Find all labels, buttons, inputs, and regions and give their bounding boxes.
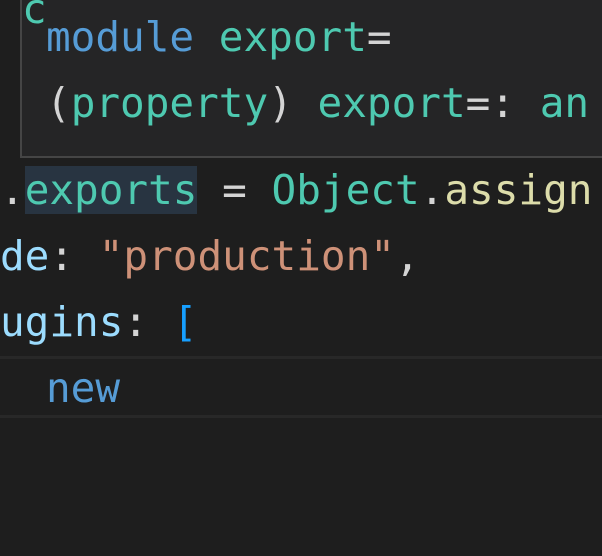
code-exports-highlighted[interactable]: exports bbox=[24, 166, 198, 214]
tooltip-export-name: export bbox=[218, 13, 367, 61]
tooltip-paren-close: ) bbox=[268, 79, 293, 127]
tooltip-paren-open: ( bbox=[46, 79, 71, 127]
tooltip-line-property: (property) export=: an bbox=[46, 70, 589, 136]
code-plugins-colon: : bbox=[123, 298, 173, 346]
tooltip-property-name: export bbox=[317, 79, 466, 127]
code-line-module-exports[interactable]: .exports = Object.assign bbox=[0, 157, 592, 223]
code-mode-key: de bbox=[0, 232, 50, 280]
code-member-dot: . bbox=[419, 166, 445, 214]
code-new-keyword: new bbox=[46, 364, 121, 412]
code-assign-op: = bbox=[197, 166, 272, 214]
code-object[interactable]: Object bbox=[272, 166, 420, 214]
code-line-mode[interactable]: de: "production", bbox=[0, 223, 420, 289]
code-editor[interactable]: c module export= (property) export=: an … bbox=[0, 0, 602, 556]
code-mode-colon: : bbox=[49, 232, 99, 280]
code-assign-method[interactable]: assign bbox=[444, 166, 592, 214]
tooltip-equals: = bbox=[366, 13, 392, 61]
tooltip-line-module: module export= bbox=[46, 4, 392, 70]
tooltip-colon: =: bbox=[465, 79, 516, 127]
code-line-new[interactable]: new bbox=[46, 355, 120, 421]
code-plugins-key: ugins bbox=[0, 298, 124, 346]
code-line-plugins[interactable]: ugins: [ bbox=[0, 289, 197, 355]
code-mode-comma: , bbox=[394, 232, 420, 280]
tooltip-kind-property: property bbox=[70, 79, 269, 127]
hover-tooltip: c module export= (property) export=: an bbox=[20, 0, 602, 158]
code-dot: . bbox=[0, 166, 25, 214]
tooltip-type-start: an bbox=[539, 79, 590, 127]
tooltip-keyword-module: module bbox=[46, 13, 195, 61]
tooltip-peek-char: c bbox=[22, 0, 47, 33]
code-production-string: "production" bbox=[98, 232, 395, 280]
code-plugins-bracket: [ bbox=[172, 298, 198, 346]
